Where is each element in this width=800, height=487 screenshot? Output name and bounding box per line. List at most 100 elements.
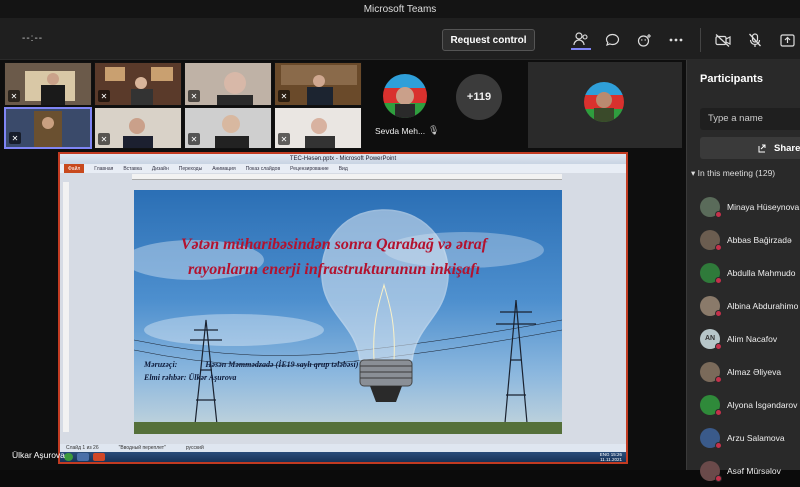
participant-row[interactable]: Almaz Əliyeva [700,355,799,388]
ribbon-tab[interactable]: Главная [94,166,113,172]
reactions-icon[interactable] [634,30,654,50]
meeting-timer: --:-- [22,33,44,44]
slide-background-image [134,209,562,434]
mic-off-icon: ✕ [188,90,200,102]
video-tile[interactable]: ✕ [4,62,92,106]
ribbon-tab[interactable]: Переходы [179,166,202,172]
mic-off-icon: ✕ [98,133,110,145]
horizontal-ruler [132,174,562,180]
request-control-button[interactable]: Request control [442,29,535,51]
advisor-line: Elmi rəhbər: Ülkər Aşurova [144,373,237,382]
theme-name: "Вводный переплет" [118,445,166,451]
mic-off-icon: ✕ [188,133,200,145]
participant-row[interactable]: Arzu Salamova [700,421,799,454]
powerpoint-taskbar-icon[interactable] [93,453,105,461]
slide-title: Vətən müharibəsindən sonra Qarabağ və ət… [180,236,488,278]
participant-avatar[interactable] [383,74,427,118]
slide-canvas[interactable]: Vətən müharibəsindən sonra Qarabağ və ət… [134,190,562,434]
mic-off-icon: ✕ [9,132,21,144]
vertical-ruler [63,182,69,432]
presence-status-icon [715,210,722,218]
mic-off-icon[interactable] [745,30,765,50]
window-title-bar: Microsoft Teams [0,0,800,18]
system-clock: ENG 15:26 11.11.2021 [600,452,626,462]
participant-name: Alyona İsgəndarov [727,399,798,410]
video-tile[interactable]: ✕ [184,107,272,149]
presence-status-icon [715,375,722,383]
participant-name: Abdulla Mahmudo [727,267,796,278]
speaker-label: Məruzəçi: [144,360,178,369]
video-tile-selected[interactable]: ✕ [4,107,92,149]
participant-avatar [700,262,722,284]
ribbon-tab[interactable]: Файл [64,164,85,173]
in-meeting-section-header[interactable]: ▾ In this meeting (129) [691,168,775,179]
participant-name: Albina Abdurahimo [727,300,799,311]
video-tile[interactable]: ✕ [274,107,362,149]
presence-status-icon [715,243,722,251]
participant-search-input[interactable]: Type a name [700,108,800,130]
video-tile[interactable]: ✕ [274,62,362,106]
participant-avatar [700,229,722,251]
mic-off-icon: ✕ [98,90,110,102]
share-tray-icon[interactable] [777,30,797,50]
ribbon-tab[interactable]: Дизайн [152,166,169,172]
video-tile[interactable]: ✕ [184,62,272,106]
participant-avatar: AN [700,328,722,350]
people-icon[interactable] [571,30,591,50]
explorer-taskbar-icon[interactable] [77,453,89,461]
more-icon[interactable] [666,30,686,50]
ribbon-tab[interactable]: Вид [339,166,348,172]
participant-avatar [700,361,722,383]
participant-row[interactable]: Alyona İsgəndarov [700,388,799,421]
video-tile[interactable]: ✕ [94,107,182,149]
share-icon [758,144,766,153]
participant-name: Alim Nacafov [727,333,778,344]
share-invite-button[interactable]: Share [700,137,800,159]
participant-row[interactable]: Abbas Bağirzadə [700,223,799,256]
participant-row[interactable]: Minaya Hüseynova [700,190,799,223]
participant-name: Sevda Meh... [375,126,426,136]
mic-off-icon: ✕ [278,90,290,102]
shared-screen-powerpoint[interactable]: TEC-Həsən.pptx - Microsoft PowerPoint Фа… [58,152,628,464]
ribbon-tab[interactable]: Анимация [212,166,235,172]
language-indicator: русский [185,445,204,451]
participant-name: Abbas Bağirzadə [727,234,792,245]
start-button-icon[interactable] [64,453,73,461]
ribbon-tab[interactable]: Показ слайдов [246,166,280,172]
presence-status-icon [715,474,722,482]
participant-avatar [700,295,722,317]
presence-status-icon [715,276,722,284]
section-label: In this meeting (129) [697,168,776,178]
participant-list: Minaya Hüseynova Abbas Bağirzadə Abdulla M… [700,190,799,487]
presence-status-icon [715,441,722,449]
mic-off-icon: ✕ [8,90,20,102]
presence-status-icon [715,342,722,350]
participant-row[interactable]: Albina Abdurahimo [700,289,799,322]
chat-icon[interactable] [602,30,622,50]
participant-row[interactable]: Abdulla Mahmudo [700,256,799,289]
chevron-down-icon: ▾ [691,168,696,178]
presence-status-icon [715,309,722,317]
overflow-participants-count[interactable]: +119 [456,74,502,120]
participant-name: Asəf Mürsəlov [727,465,781,476]
speaker-name: Həsən Məmmədzadə (İE19 saylı qrup tələbə… [205,360,359,369]
ribbon-tab[interactable]: Рецензирование [290,166,329,172]
participant-row[interactable]: AN Alim Nacafov [700,322,799,355]
powerpoint-title-bar: TEC-Həsən.pptx - Microsoft PowerPoint [60,154,626,164]
mic-off-icon: 🎙 [428,125,440,135]
clock-date: 11.11.2021 [600,457,622,462]
participants-panel: Participants Type a name Share ▾ In this… [686,60,800,482]
camera-off-icon[interactable] [713,30,733,50]
ribbon-tab[interactable]: Вставка [123,166,142,172]
video-tile[interactable]: ✕ [94,62,182,106]
avatar-initials: AN [704,335,716,342]
participant-avatar [700,394,722,416]
slide-authors: Məruzəçi: Həsən Məmmədzadə (İE19 saylı qr… [144,358,358,384]
share-label: Share [774,142,800,154]
powerpoint-status-bar: Слайд 1 из 26 "Вводный переплет" русский [60,444,626,452]
presenter-name: Ülkar Aşurova [12,450,65,460]
video-tile[interactable] [528,62,682,148]
participant-avatar [700,460,722,482]
participant-row[interactable]: Asəf Mürsəlov [700,454,799,487]
slide-counter: Слайд 1 из 26 [66,445,99,451]
